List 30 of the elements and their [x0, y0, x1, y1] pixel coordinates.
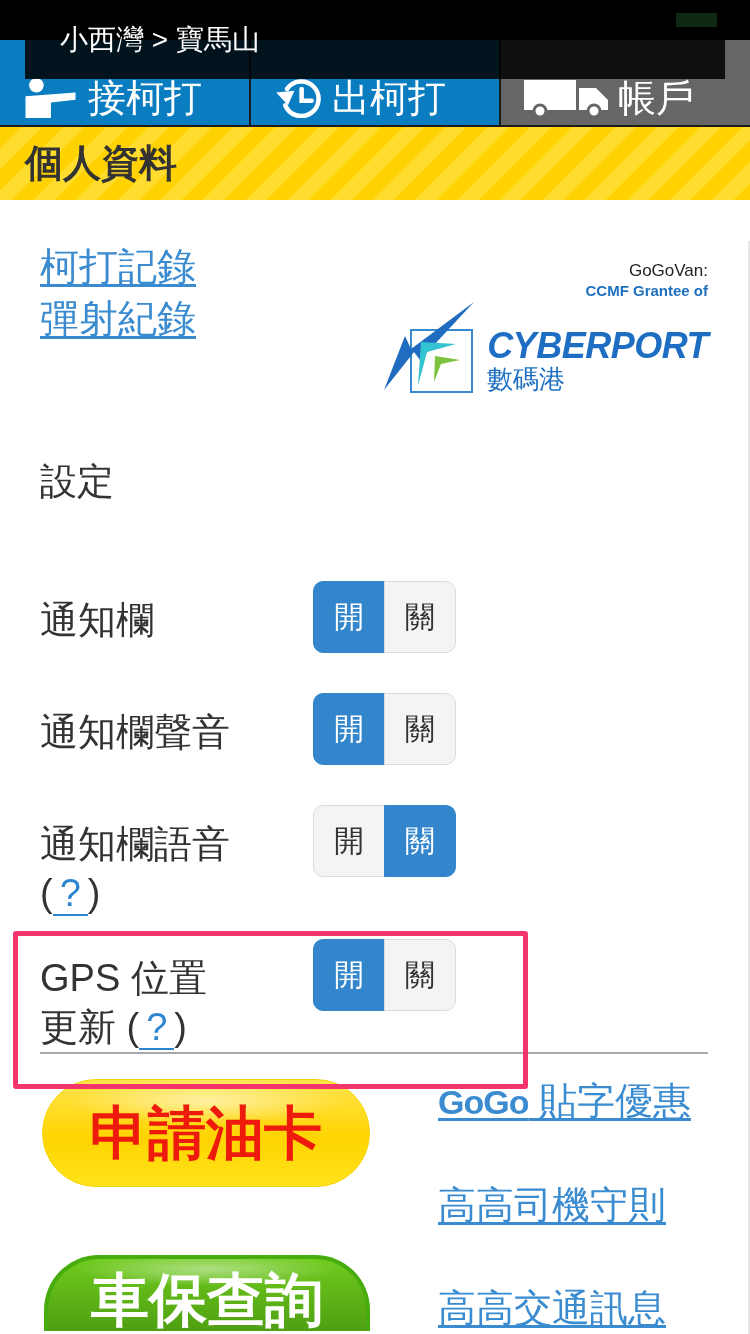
- help-link[interactable]: ?: [52, 872, 88, 916]
- promo-button[interactable]: 申請油卡: [42, 1079, 370, 1187]
- grantee-text: CCMF Grantee of: [585, 282, 708, 300]
- record-link[interactable]: 彈射紀錄: [40, 293, 196, 345]
- toggle-off-button[interactable]: 關: [384, 805, 456, 877]
- setting-label: 通知欄: [40, 598, 155, 643]
- page-title: 個人資料: [25, 141, 177, 186]
- sponsor-caption: GoGoVan:: [628, 260, 708, 282]
- toggle-on-button[interactable]: 開: [313, 693, 385, 765]
- info-link[interactable]: 高高交通訊息: [438, 1286, 666, 1330]
- toggle-off-button[interactable]: 關: [384, 581, 456, 653]
- setting-label: 通知欄語音 ( ? ): [40, 822, 231, 918]
- settings-heading: 設定: [40, 460, 114, 504]
- clock-arrow-icon: [273, 78, 322, 118]
- logo-subtitle: 數碼港: [487, 364, 566, 394]
- record-link[interactable]: 柯打記錄: [40, 241, 196, 293]
- battery-icon: [676, 13, 717, 27]
- setting-label: 通知欄聲音: [40, 710, 231, 755]
- toggle-on-button[interactable]: 開: [313, 581, 385, 653]
- toggle-off-button[interactable]: 關: [384, 939, 456, 1011]
- promo-button[interactable]: 車保查詢: [44, 1255, 370, 1331]
- toggle-on-button[interactable]: 開: [313, 805, 385, 877]
- toggle-off-button[interactable]: 關: [384, 693, 456, 765]
- logo-icon: [384, 302, 475, 394]
- info-link[interactable]: 高高司機守則: [438, 1183, 666, 1227]
- toggle-on-button[interactable]: 開: [313, 939, 385, 1011]
- setting-label: GPS 位置更新 ( ? ): [40, 956, 208, 1052]
- pointing-person-icon: [23, 78, 78, 118]
- help-link[interactable]: ?: [139, 1006, 175, 1050]
- info-link[interactable]: GoGo 貼字優惠: [438, 1079, 691, 1124]
